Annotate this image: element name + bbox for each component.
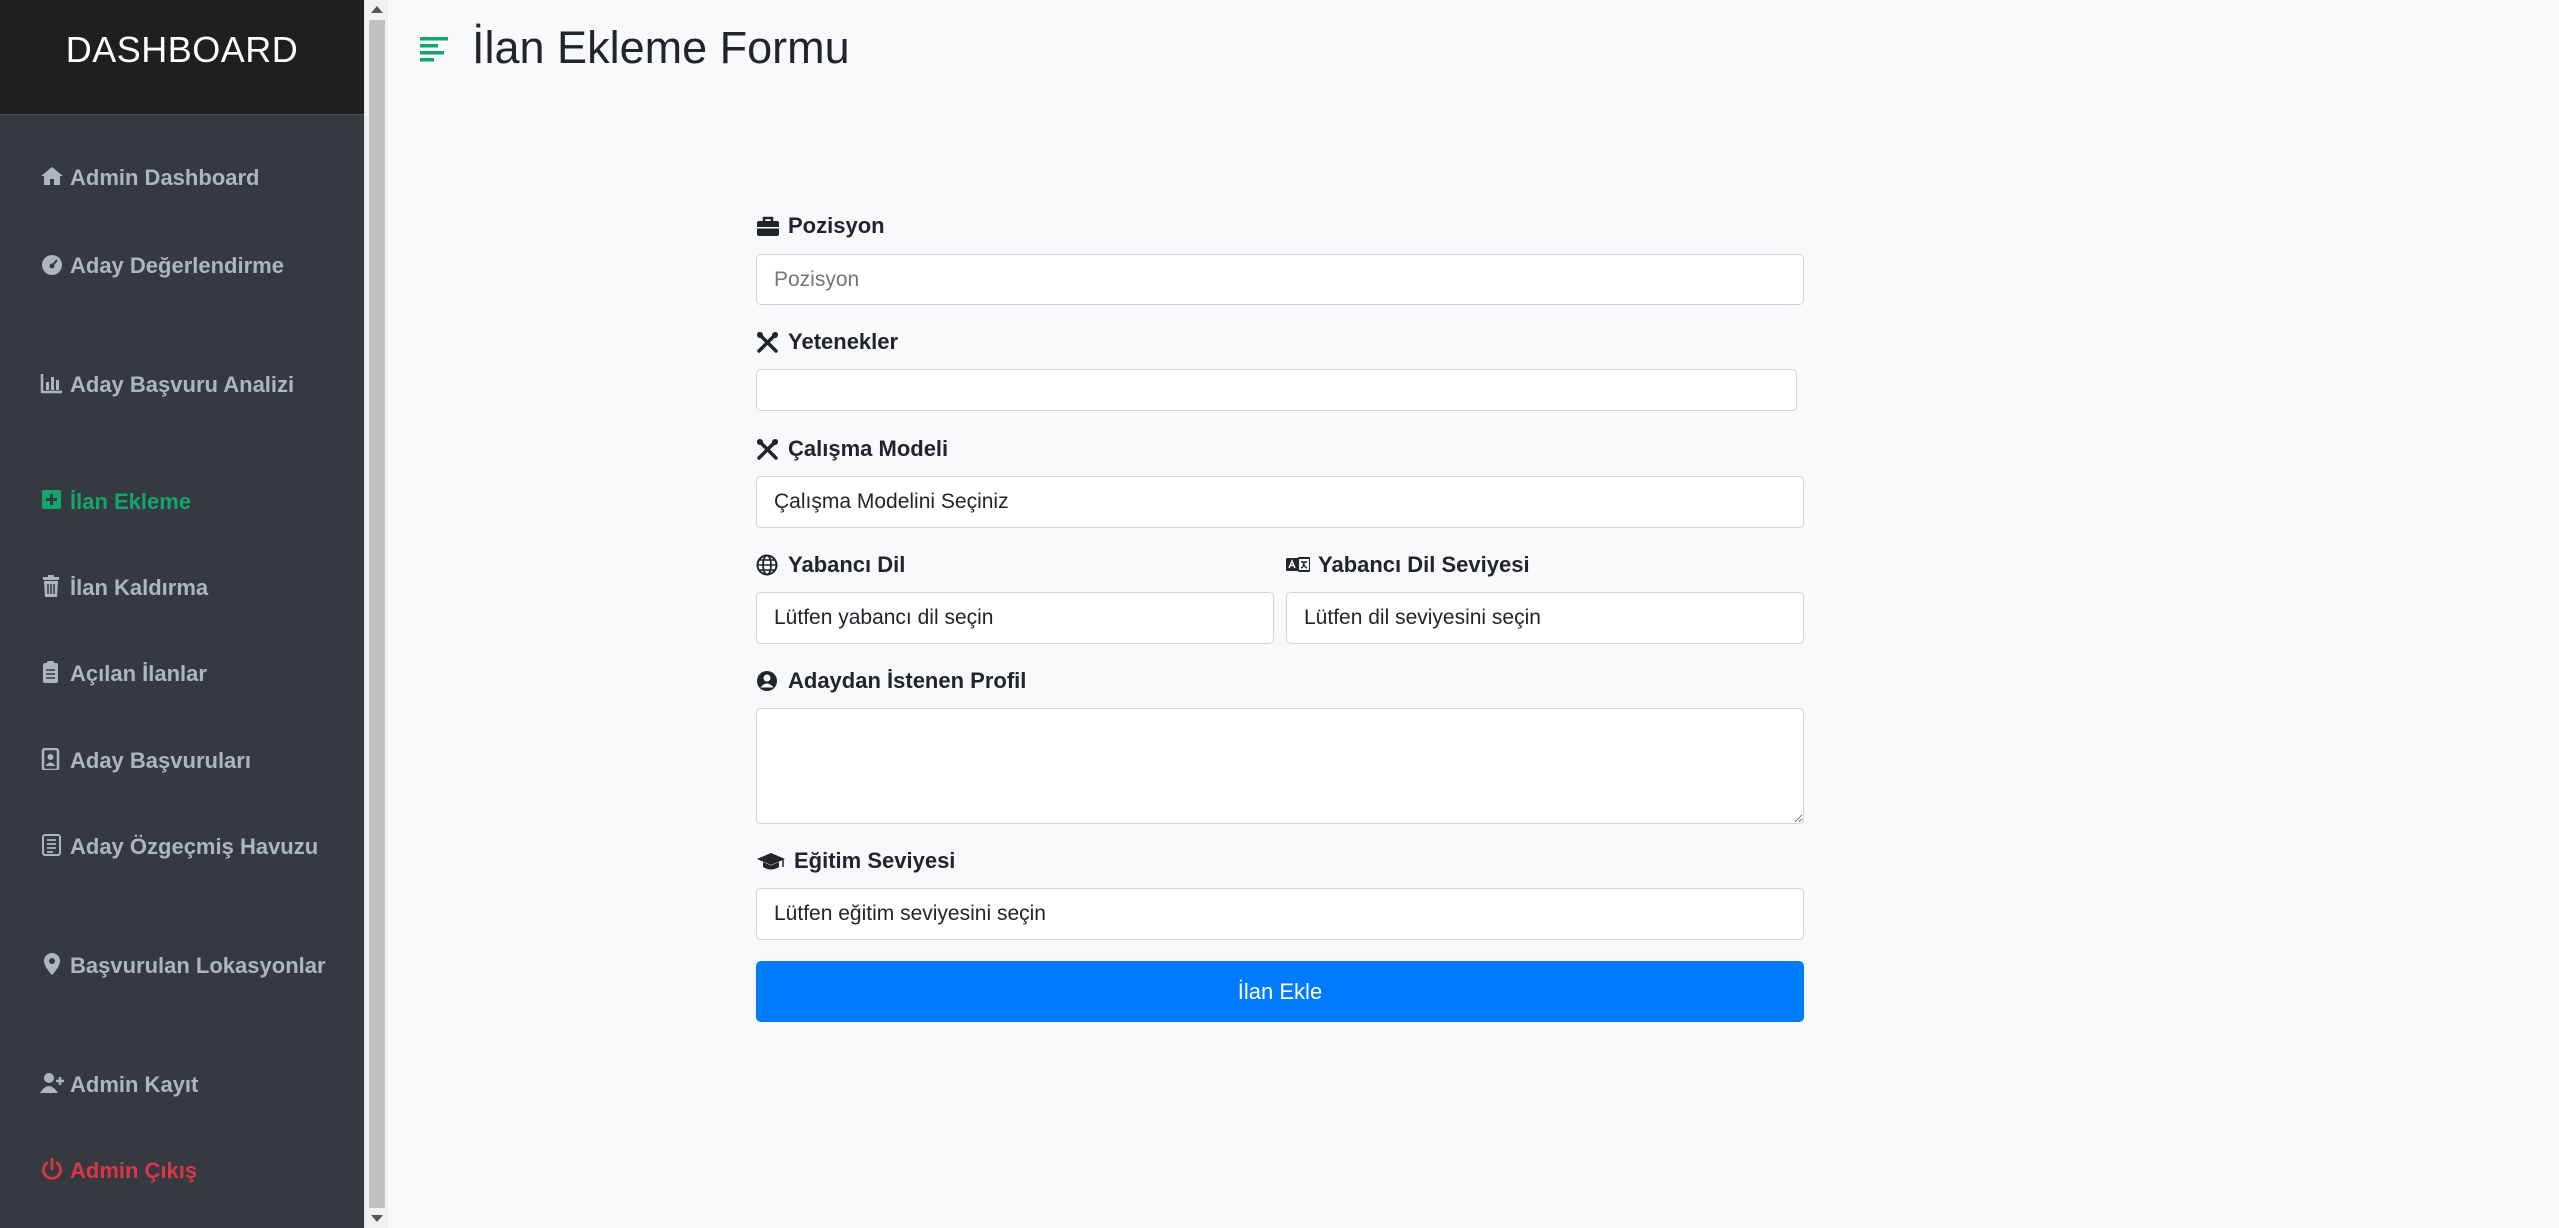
pozisyon-label-text: Pozisyon bbox=[788, 213, 885, 238]
sidebar-header: DASHBOARD bbox=[0, 0, 364, 115]
sidebar-item-label: İlan Ekleme bbox=[70, 489, 192, 514]
sidebar-item-label: Aday Başvuruları bbox=[70, 748, 251, 773]
sidebar-item-label: İlan Kaldırma bbox=[70, 575, 209, 600]
yabanci-dil-label-text: Yabancı Dil bbox=[788, 552, 906, 577]
pozisyon-input[interactable] bbox=[756, 254, 1804, 305]
user-plus-icon bbox=[40, 1070, 64, 1093]
user-circle-icon bbox=[756, 670, 780, 692]
document-icon bbox=[40, 832, 64, 856]
calisma-modeli-select[interactable]: Çalışma Modelini Seçiniz bbox=[756, 476, 1804, 528]
ilan-ekle-button[interactable]: İlan Ekle bbox=[756, 961, 1804, 1022]
dil-seviyesi-select[interactable]: Lütfen dil seviyesini seçin bbox=[1286, 592, 1804, 644]
scrollbar[interactable] bbox=[364, 0, 388, 1228]
tools-icon bbox=[756, 331, 780, 353]
egitim-label-text: Eğitim Seviyesi bbox=[794, 848, 956, 873]
sidebar-item-acilan-ilanlar[interactable]: Açılan İlanlar bbox=[40, 657, 340, 690]
power-icon bbox=[40, 1156, 64, 1180]
profil-textarea[interactable] bbox=[756, 708, 1804, 824]
sidebar-item-label: Başvurulan Lokasyonlar bbox=[70, 953, 326, 978]
scrollbar-thumb[interactable] bbox=[369, 20, 385, 1208]
sidebar-item-aday-basvuru-analizi[interactable]: Aday Başvuru Analizi bbox=[40, 368, 340, 401]
dil-seviyesi-label-text: Yabancı Dil Seviyesi bbox=[1318, 552, 1530, 577]
calisma-modeli-label: Çalışma Modeli bbox=[756, 436, 948, 462]
egitim-label: Eğitim Seviyesi bbox=[756, 848, 955, 874]
sidebar-item-admin-kayit[interactable]: Admin Kayıt bbox=[40, 1068, 340, 1101]
briefcase-icon bbox=[756, 215, 780, 237]
sidebar-item-aday-ozgecmis-havuzu[interactable]: Aday Özgeçmiş Havuzu bbox=[40, 830, 340, 863]
scroll-down-arrow-icon[interactable] bbox=[371, 1215, 383, 1222]
sidebar-title: DASHBOARD bbox=[65, 29, 299, 70]
gauge-icon bbox=[40, 251, 64, 275]
page-title: İlan Ekleme Formu bbox=[472, 22, 850, 73]
sidebar-item-label: Admin Kayıt bbox=[70, 1072, 199, 1097]
tools-icon bbox=[756, 438, 780, 460]
dil-seviyesi-label: Yabancı Dil Seviyesi bbox=[1286, 552, 1530, 578]
sidebar-item-admin-dashboard[interactable]: Admin Dashboard bbox=[40, 161, 340, 194]
sidebar-item-label: Admin Dashboard bbox=[70, 165, 260, 190]
sidebar-item-label: Admin Çıkış bbox=[70, 1158, 198, 1183]
pozisyon-label: Pozisyon bbox=[756, 213, 885, 239]
sidebar-item-ilan-kaldirma[interactable]: İlan Kaldırma bbox=[40, 571, 340, 604]
globe-icon bbox=[756, 554, 780, 576]
yetenekler-input[interactable] bbox=[756, 369, 1797, 411]
yabanci-dil-select[interactable]: Lütfen yabancı dil seçin bbox=[756, 592, 1274, 644]
sidebar-item-label: Aday Değerlendirme bbox=[70, 253, 284, 278]
sidebar-item-label: Aday Başvuru Analizi bbox=[70, 372, 295, 397]
sidebar-item-admin-cikis[interactable]: Admin Çıkış bbox=[40, 1154, 340, 1187]
language-icon bbox=[1286, 554, 1311, 576]
clipboard-icon bbox=[40, 659, 64, 683]
profil-label: Adaydan İstenen Profil bbox=[756, 668, 1026, 694]
bar-chart-icon bbox=[40, 370, 64, 394]
yetenekler-label-text: Yetenekler bbox=[788, 329, 899, 354]
graduation-cap-icon bbox=[756, 850, 786, 872]
sidebar-item-label: Aday Özgeçmiş Havuzu bbox=[70, 834, 319, 859]
map-pin-icon bbox=[40, 951, 64, 975]
sidebar-item-aday-degerlendirme[interactable]: Aday Değerlendirme bbox=[40, 249, 340, 282]
id-file-icon bbox=[40, 746, 64, 772]
yetenekler-label: Yetenekler bbox=[756, 329, 898, 355]
trash-icon bbox=[40, 573, 64, 597]
yabanci-dil-label: Yabancı Dil bbox=[756, 552, 905, 578]
scroll-up-arrow-icon[interactable] bbox=[371, 6, 383, 13]
sidebar-item-ilan-ekleme[interactable]: İlan Ekleme bbox=[40, 485, 340, 518]
sidebar-item-basvurulan-lokasyonlar[interactable]: Başvurulan Lokasyonlar bbox=[40, 949, 340, 982]
page-header: İlan Ekleme Formu bbox=[418, 22, 850, 74]
egitim-select[interactable]: Lütfen eğitim seviyesini seçin bbox=[756, 888, 1804, 940]
sidebar-item-aday-basvurulari[interactable]: Aday Başvuruları bbox=[40, 744, 340, 777]
profil-label-text: Adaydan İstenen Profil bbox=[788, 668, 1027, 693]
sidebar-item-label: Açılan İlanlar bbox=[70, 661, 207, 686]
home-icon bbox=[40, 163, 64, 185]
calisma-modeli-label-text: Çalışma Modeli bbox=[788, 436, 949, 461]
plus-square-icon bbox=[40, 487, 64, 509]
align-left-icon bbox=[420, 37, 448, 62]
